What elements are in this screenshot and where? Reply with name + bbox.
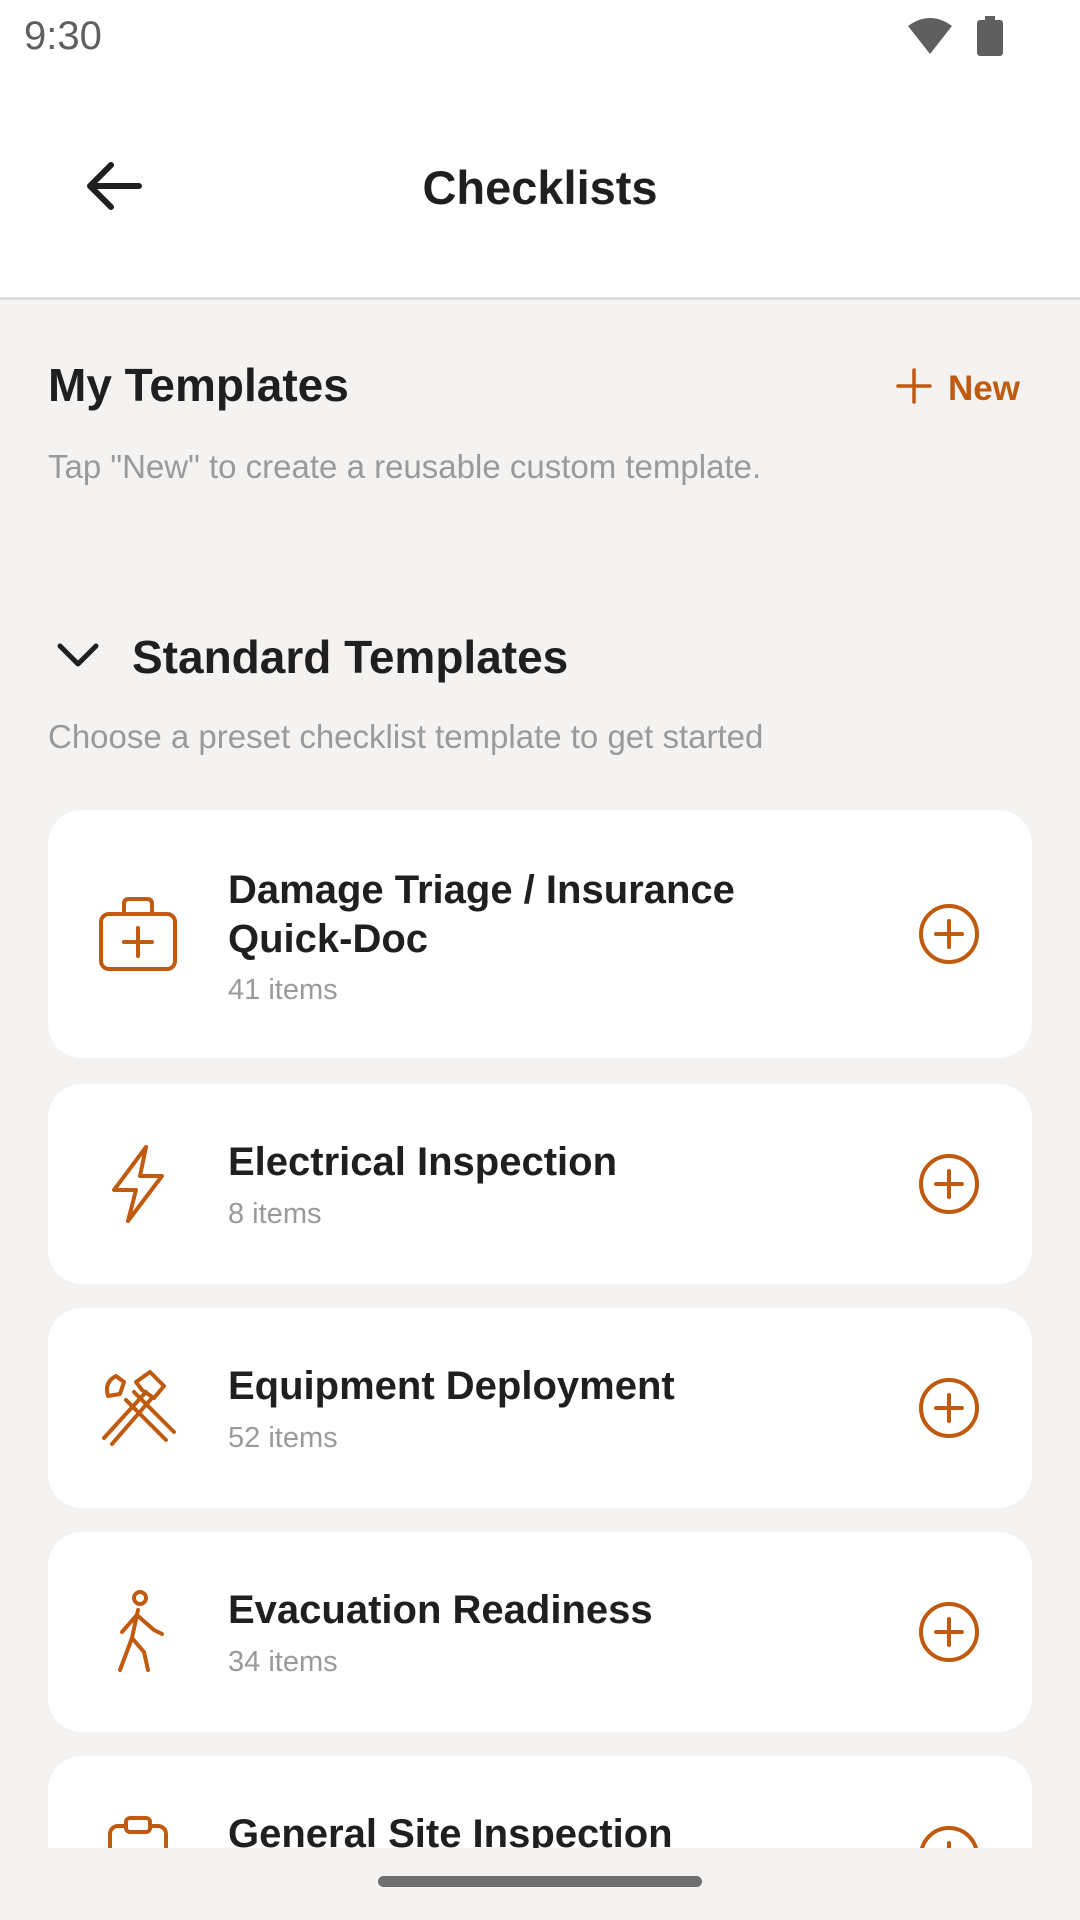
template-title: Damage Triage / Insurance Quick-Doc bbox=[228, 868, 735, 961]
template-card-general-site-inspection[interactable]: General Site Inspection bbox=[48, 1756, 1032, 1848]
battery-icon bbox=[976, 16, 1004, 61]
template-title: Equipment Deployment bbox=[228, 1364, 675, 1408]
walking-person-icon bbox=[94, 1588, 182, 1676]
template-title: General Site Inspection bbox=[228, 1812, 673, 1848]
clipboard-icon bbox=[94, 1812, 182, 1848]
my-templates-hint: Tap "New" to create a reusable custom te… bbox=[48, 448, 762, 485]
template-card-equipment-deployment[interactable]: Equipment Deployment 52 items bbox=[48, 1308, 1032, 1508]
collapse-standard-templates-button[interactable] bbox=[50, 630, 106, 686]
status-bar: 9:30 bbox=[0, 0, 1080, 76]
template-item-count: 34 items bbox=[228, 1646, 338, 1678]
add-template-button[interactable] bbox=[918, 1825, 980, 1848]
standard-templates-heading: Standard Templates bbox=[132, 631, 569, 683]
add-template-button[interactable] bbox=[918, 1153, 980, 1215]
template-card-electrical-inspection[interactable]: Electrical Inspection 8 items bbox=[48, 1084, 1032, 1284]
status-time: 9:30 bbox=[24, 14, 102, 58]
new-template-button[interactable]: New bbox=[896, 368, 1020, 409]
template-card-damage-triage[interactable]: Damage Triage / Insurance Quick-Doc 41 i… bbox=[48, 810, 1032, 1058]
add-template-button[interactable] bbox=[918, 1601, 980, 1663]
lightning-bolt-icon bbox=[94, 1140, 182, 1228]
wifi-icon bbox=[906, 16, 954, 61]
app-bar: Checklists bbox=[0, 76, 1080, 300]
plus-icon bbox=[896, 368, 932, 409]
status-icons bbox=[906, 16, 1004, 61]
page-title: Checklists bbox=[422, 161, 658, 214]
my-templates-heading: My Templates bbox=[48, 359, 349, 411]
template-item-count: 41 items bbox=[228, 974, 338, 1006]
hammer-wrench-icon bbox=[94, 1364, 182, 1452]
first-aid-kit-icon bbox=[94, 890, 182, 978]
gesture-nav-handle[interactable] bbox=[378, 1876, 702, 1887]
template-card-evacuation-readiness[interactable]: Evacuation Readiness 34 items bbox=[48, 1532, 1032, 1732]
add-template-button[interactable] bbox=[918, 1377, 980, 1439]
checklists-content[interactable]: My Templates New Tap "New" to create a r… bbox=[0, 300, 1080, 1848]
chevron-down-icon bbox=[56, 642, 100, 675]
new-template-label: New bbox=[948, 368, 1020, 408]
standard-templates-hint: Choose a preset checklist template to ge… bbox=[48, 718, 764, 755]
template-title: Electrical Inspection bbox=[228, 1140, 618, 1184]
template-title: Evacuation Readiness bbox=[228, 1588, 653, 1632]
template-item-count: 8 items bbox=[228, 1198, 322, 1230]
add-template-button[interactable] bbox=[918, 903, 980, 965]
template-item-count: 52 items bbox=[228, 1422, 338, 1454]
